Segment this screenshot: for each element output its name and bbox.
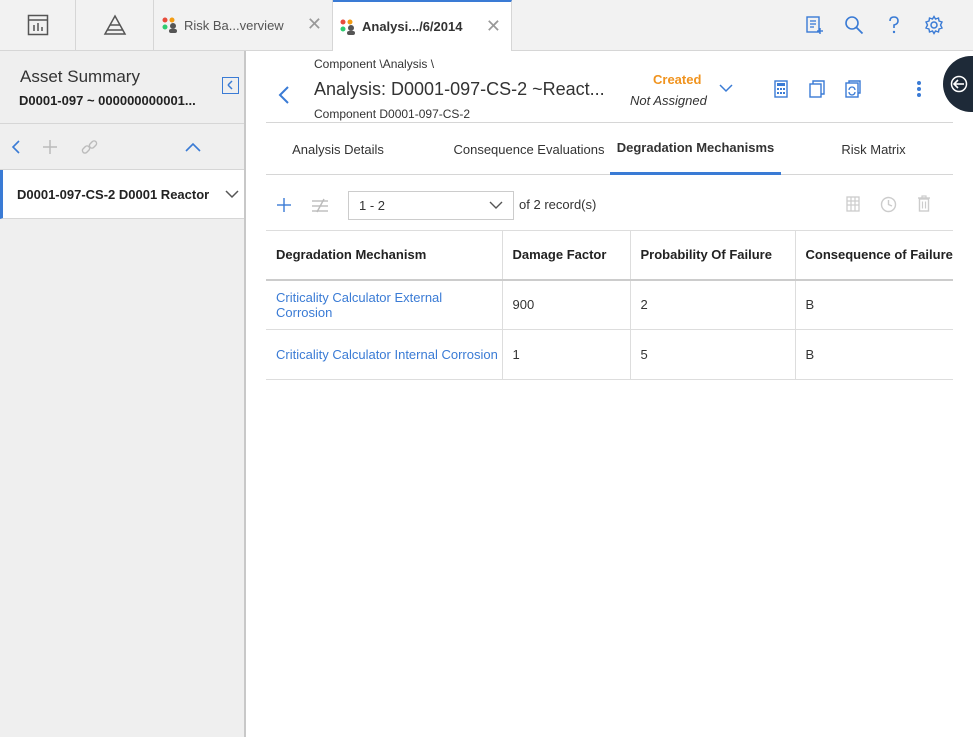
chevron-down-icon [489,201,503,209]
tab-degradation-mechanisms[interactable]: Degradation Mechanisms [610,123,781,175]
chevron-down-icon[interactable] [719,83,733,93]
settings-button[interactable] [922,13,946,37]
record-range-select[interactable]: 1 - 2 [348,191,514,220]
chevron-down-icon[interactable] [225,188,239,200]
page-subtitle: Component D0001-097-CS-2 [314,107,471,121]
copy-icon[interactable] [809,80,825,98]
add-icon[interactable] [42,139,58,155]
document-add-icon [806,16,823,34]
close-icon[interactable]: ✕ [307,14,322,35]
top-bar: Risk Ba...verview ✕ Analysi.../6/2014 ✕ [0,0,973,51]
users-colored-icon [162,17,177,33]
records-label: record(s) [544,197,597,212]
assigned-label: Not Assigned [630,93,707,108]
analysis-main: Component \Analysis \ Analysis: D0001-09… [247,51,973,737]
dashboard-button[interactable] [0,0,76,50]
divider [0,123,244,124]
total-records: 2 [533,197,541,212]
of-label: of [519,197,530,212]
users-colored-icon [340,19,355,35]
column-header[interactable]: Probability Of Failure [630,230,796,281]
pyramid-icon [103,14,126,35]
table-cell: B [795,279,953,330]
trash-icon[interactable] [917,195,931,212]
more-options-icon[interactable] [916,80,922,98]
filter-edit-icon[interactable] [311,197,329,213]
close-icon[interactable]: ✕ [486,16,501,37]
tab-risk-matrix[interactable]: Risk Matrix [806,123,941,175]
exit-arrow-icon [950,75,968,93]
hierarchy-button[interactable] [76,0,154,50]
panel-subtitle: D0001-097 ~ 000000000001... [19,93,196,108]
help-button[interactable] [882,13,906,37]
record-count: of 2 record(s) [519,197,596,212]
dashboard-icon [27,14,48,36]
search-button[interactable] [842,13,866,37]
state-label[interactable]: Created [653,72,701,87]
record-range-value: 1 - 2 [359,198,386,213]
column-header[interactable]: Damage Factor [502,230,631,281]
back-chevron-icon[interactable] [277,85,291,105]
tab-risk-overview[interactable]: Risk Ba...verview ✕ [155,0,333,50]
search-icon [845,16,864,35]
clock-icon[interactable] [880,196,897,213]
analysis-tabs: Analysis Details Consequence Evaluations… [266,123,953,175]
calculator-icon[interactable] [774,80,788,98]
table-cell: 5 [630,329,796,380]
table-cell: 900 [502,279,631,330]
mechanism-link[interactable]: Criticality Calculator Internal Corrosio… [266,329,503,380]
tree-item-reactor[interactable]: D0001-097-CS-2 D0001 Reactor [0,170,244,219]
tab-analysis[interactable]: Analysi.../6/2014 ✕ [333,0,512,51]
chevron-left-icon[interactable] [8,139,24,155]
degradation-mechanisms-table: Degradation Mechanism Damage Factor Prob… [266,230,953,380]
grid-toolbar: 1 - 2 of 2 record(s) [266,189,953,221]
panel-toolbar [0,133,244,161]
new-document-button[interactable] [802,13,826,37]
asset-summary-panel: Asset Summary D0001-097 ~ 000000000001..… [0,51,246,737]
tree-item-label: D0001-097-CS-2 D0001 Reactor [17,186,210,202]
add-icon[interactable] [276,197,292,213]
tab-consequence-evaluations[interactable]: Consequence Evaluations [434,123,624,175]
tab-label: Analysi.../6/2014 [362,19,463,34]
grid-layout-icon[interactable] [846,196,860,212]
collapse-left-icon [227,80,233,90]
tab-label: Risk Ba...verview [184,17,284,33]
gear-icon [925,15,943,35]
link-icon[interactable] [81,139,98,156]
mechanism-link[interactable]: Criticality Calculator External Corrosio… [266,279,503,330]
panel-title: Asset Summary [20,67,140,86]
tab-analysis-details[interactable]: Analysis Details [266,123,410,175]
table-row: Criticality Calculator External Corrosio… [266,279,953,330]
table-cell: 1 [502,329,631,380]
collapse-panel-button[interactable] [222,77,239,94]
table-row: Criticality Calculator Internal Corrosio… [266,329,953,380]
column-header[interactable]: Degradation Mechanism [266,230,503,281]
sync-document-icon[interactable] [844,80,862,98]
chevron-up-icon[interactable] [184,139,202,155]
help-icon [889,16,899,34]
column-header[interactable]: Consequence of Failure [795,230,953,281]
breadcrumb[interactable]: Component \Analysis \ [314,57,434,71]
table-cell: B [795,329,953,380]
table-cell: 2 [630,279,796,330]
table-header-row: Degradation Mechanism Damage Factor Prob… [266,230,953,281]
page-title: Analysis: D0001-097-CS-2 ~React... [314,79,605,99]
